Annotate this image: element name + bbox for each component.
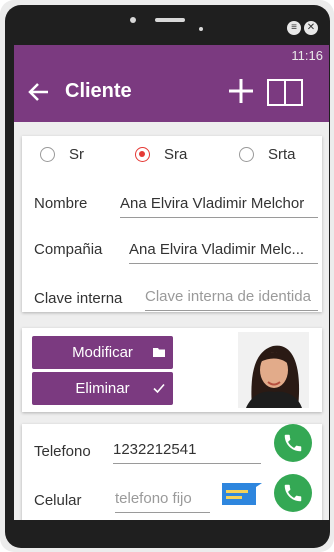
radio-circle xyxy=(239,147,254,162)
nombre-field: Nombre xyxy=(34,195,87,212)
compania-input[interactable]: Ana Elvira Vladimir Melc... xyxy=(129,241,318,264)
folder-icon xyxy=(153,348,165,357)
nombre-label: Nombre xyxy=(34,195,88,212)
call-celular-button[interactable] xyxy=(274,474,312,512)
book-icon[interactable] xyxy=(266,77,304,107)
title-radio-group: Sr Sra Srta xyxy=(22,146,322,170)
check-icon xyxy=(153,383,165,394)
delete-button[interactable]: Eliminar xyxy=(32,372,173,405)
radio-sr[interactable]: Sr xyxy=(40,146,84,163)
radio-sra[interactable]: Sra xyxy=(135,146,187,163)
celular-label: Celular xyxy=(34,492,82,509)
status-bar: 11:16 xyxy=(14,45,329,67)
radio-srta[interactable]: Srta xyxy=(239,146,296,163)
telefono-label: Telefono xyxy=(34,443,91,460)
status-time: 11:16 xyxy=(291,48,323,63)
bottom-bezel xyxy=(5,520,330,548)
speaker-grille xyxy=(155,18,185,22)
actions-card: Modificar Eliminar xyxy=(22,328,322,412)
compania-value: Ana Elvira Vladimir Melc... xyxy=(129,241,305,258)
radio-label: Sr xyxy=(69,146,84,163)
contact-card: Telefono 1232212541 Celular telefono fij… xyxy=(22,424,322,520)
delete-label: Eliminar xyxy=(75,380,130,397)
radio-label: Srta xyxy=(268,146,296,163)
celular-field: Celular xyxy=(34,492,82,509)
radio-circle xyxy=(40,147,55,162)
telefono-input[interactable]: 1232212541 xyxy=(113,441,261,464)
message-icon[interactable] xyxy=(222,481,262,507)
clave-field: Clave interna xyxy=(34,290,122,307)
celular-placeholder: telefono fijo xyxy=(115,490,192,507)
celular-input[interactable]: telefono fijo xyxy=(115,490,210,513)
top-bezel: ≡ ✕ xyxy=(5,5,330,49)
compania-label: Compañia xyxy=(34,241,103,258)
modify-label: Modificar xyxy=(72,344,133,361)
device-frame: ≡ ✕ 11:16 Cliente Sr Sra Srta Nombre Ana… xyxy=(5,5,330,548)
clave-input[interactable]: Clave interna de identida xyxy=(145,288,318,311)
client-info-card: Sr Sra Srta Nombre Ana Elvira Vladimir M… xyxy=(22,136,322,312)
sensor-dots xyxy=(199,18,209,49)
nombre-value: Ana Elvira Vladimir Melchor xyxy=(120,195,305,212)
compania-field: Compañia xyxy=(34,241,102,258)
radio-label: Sra xyxy=(164,146,188,163)
phone-icon xyxy=(284,434,302,452)
back-arrow-icon[interactable] xyxy=(26,79,52,105)
page-title: Cliente xyxy=(65,80,132,102)
input-underline xyxy=(120,217,318,218)
nombre-input[interactable]: Ana Elvira Vladimir Melchor xyxy=(120,195,318,218)
input-underline xyxy=(145,310,318,311)
device: ≡ ✕ 11:16 Cliente Sr Sra Srta Nombre Ana… xyxy=(0,0,334,552)
input-underline xyxy=(113,463,261,464)
app-bar: Cliente xyxy=(14,67,329,122)
menu-icon[interactable]: ≡ xyxy=(287,21,301,35)
telefono-field: Telefono xyxy=(34,443,91,460)
clave-label: Clave interna xyxy=(34,290,123,307)
telefono-value: 1232212541 xyxy=(113,441,197,458)
radio-circle-selected xyxy=(135,147,150,162)
phone-icon xyxy=(284,484,302,502)
close-icon[interactable]: ✕ xyxy=(304,21,318,35)
modify-button[interactable]: Modificar xyxy=(32,336,173,369)
screen: 11:16 Cliente Sr Sra Srta Nombre Ana Elv… xyxy=(14,45,329,520)
camera-icon xyxy=(130,17,136,23)
input-underline xyxy=(129,263,318,264)
input-underline xyxy=(115,512,210,513)
call-telefono-button[interactable] xyxy=(274,424,312,462)
plus-icon[interactable] xyxy=(227,77,255,105)
client-photo xyxy=(238,332,309,408)
clave-placeholder: Clave interna de identida xyxy=(145,288,311,305)
